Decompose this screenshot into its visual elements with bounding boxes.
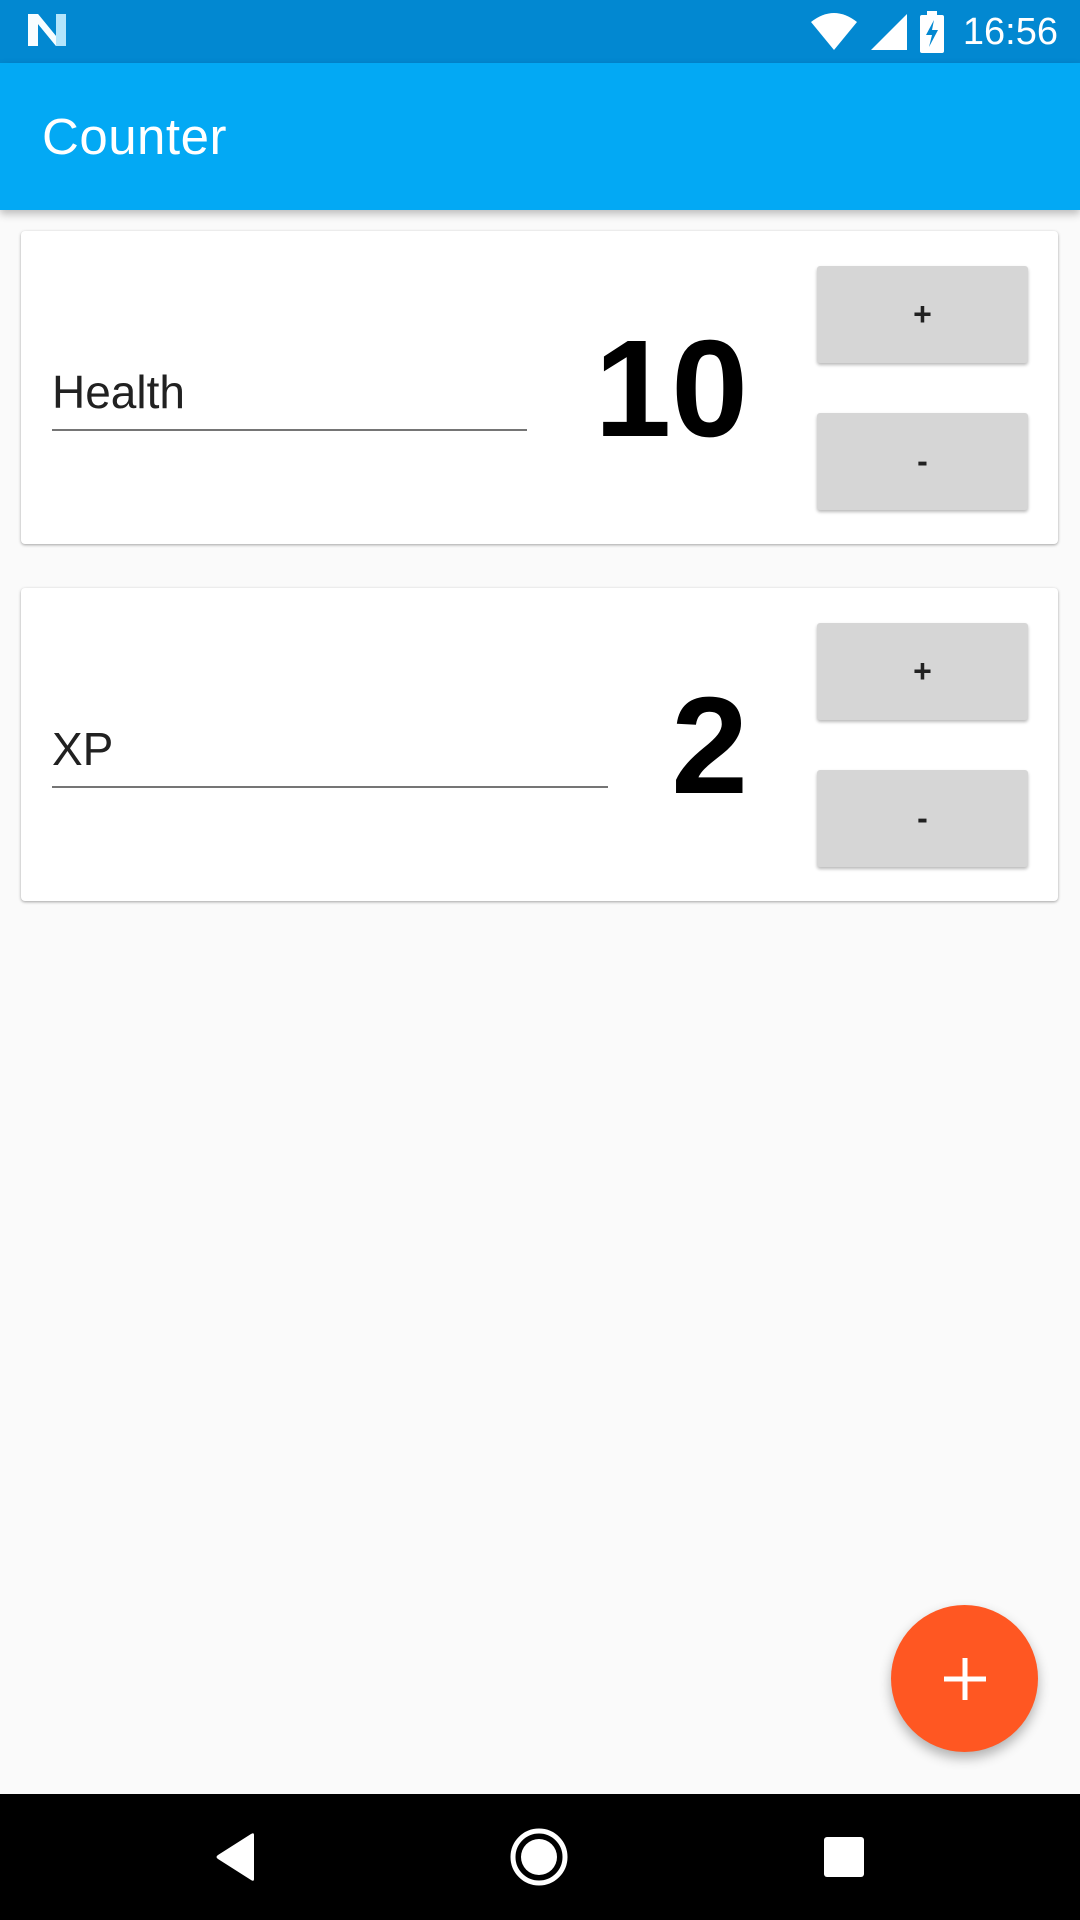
wifi-icon [810, 13, 857, 50]
recents-icon [824, 1837, 864, 1877]
counter-name-field[interactable] [52, 720, 608, 788]
screen: 16:56 Counter 10 + - 2 + - [0, 0, 1080, 1920]
counter-card-xp: 2 + - [21, 588, 1058, 901]
recents-button[interactable] [811, 1824, 877, 1890]
counter-name-field[interactable] [52, 363, 527, 431]
decrement-button[interactable]: - [817, 413, 1028, 510]
counter-value: 2 [671, 669, 748, 823]
page-title: Counter [42, 108, 227, 165]
home-icon [510, 1828, 568, 1886]
notification-n-icon [28, 14, 66, 46]
plus-icon [943, 1657, 986, 1700]
home-button[interactable] [506, 1824, 572, 1890]
status-icons: 16:56 [809, 8, 1058, 56]
status-bar: 16:56 [0, 0, 1080, 63]
decrement-button[interactable]: - [817, 770, 1028, 867]
app-bar: Counter [0, 63, 1080, 210]
signal-icon [870, 14, 907, 50]
increment-button[interactable]: + [817, 266, 1028, 363]
back-button[interactable] [203, 1824, 269, 1890]
add-counter-button[interactable] [891, 1605, 1038, 1752]
increment-button[interactable]: + [817, 623, 1028, 720]
status-time: 16:56 [962, 10, 1058, 53]
back-icon [216, 1833, 254, 1881]
counter-value: 10 [594, 312, 749, 466]
battery-charging-icon [919, 11, 944, 53]
counter-card-health: 10 + - [21, 231, 1058, 544]
navigation-bar [0, 1794, 1080, 1920]
